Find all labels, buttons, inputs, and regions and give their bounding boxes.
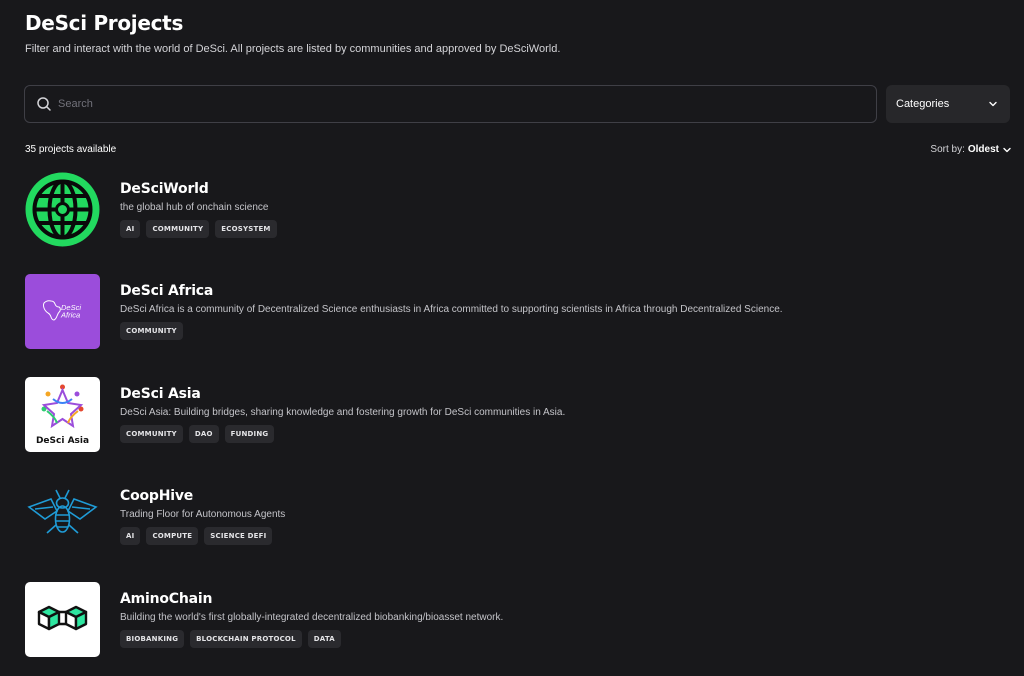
desci-africa-logo[interactable]: DeSci Africa (25, 274, 100, 350)
project-description: DeSci Asia: Building bridges, sharing kn… (120, 406, 566, 418)
chevron-down-icon (988, 99, 998, 109)
desci-asia-logo[interactable]: DeSci Asia (25, 376, 100, 452)
search-input[interactable] (58, 98, 876, 110)
tag[interactable]: BIOBANKING (120, 629, 185, 648)
sort-value: Oldest (967, 144, 999, 155)
tag[interactable]: COMMUNITY (120, 322, 183, 341)
results-count: 35 projects available (25, 144, 117, 155)
project-description: Building the world's first globally-inte… (120, 611, 504, 623)
project-info: DeSci Asia DeSci Asia: Building bridges,… (120, 377, 565, 443)
tag[interactable]: DAO (188, 424, 219, 443)
tag[interactable]: COMMUNITY (146, 220, 210, 238)
tag[interactable]: FUNDING (224, 424, 275, 443)
tag[interactable]: ECOSYSTEM (215, 220, 277, 238)
tag[interactable]: BLOCKCHAIN PROTOCOL (190, 629, 302, 648)
categories-dropdown[interactable]: Categories (886, 85, 1010, 123)
project-description: the global hub of onchain science (120, 202, 269, 213)
project-name[interactable]: DeSci Africa (120, 283, 783, 299)
tag[interactable]: COMMUNITY (120, 424, 183, 443)
search-icon (36, 96, 52, 112)
desciworld-logo[interactable] (25, 172, 100, 247)
tag[interactable]: DATA (307, 629, 341, 648)
project-description: DeSci Africa is a community of Decentral… (120, 304, 783, 316)
globe-crosshair-icon (25, 172, 100, 247)
bee-icon (27, 489, 98, 534)
people-star-icon: DeSci Asia (36, 384, 89, 446)
svg-text:DeSci Asia: DeSci Asia (36, 436, 89, 446)
sort-prefix: Sort by: (930, 144, 965, 155)
project-tags: AI COMPUTE SCIENCE DEFI (120, 527, 285, 546)
tag[interactable]: COMPUTE (146, 527, 199, 546)
project-card-coophive[interactable]: CoopHive Trading Floor for Autonomous Ag… (25, 479, 1024, 581)
sort-dropdown[interactable]: Sort by: Oldest (930, 144, 1012, 155)
project-tags: BIOBANKING BLOCKCHAIN PROTOCOL DATA (120, 629, 503, 648)
project-tags: COMMUNITY (120, 322, 783, 341)
tag[interactable]: AI (120, 220, 141, 238)
project-info: AminoChain Building the world's first gl… (120, 582, 503, 648)
categories-label: Categories (896, 98, 950, 110)
project-info: DeSciWorld the global hub of onchain sci… (120, 172, 277, 238)
tag[interactable]: SCIENCE DEFI (204, 527, 273, 546)
page-title: DeSci Projects (25, 11, 184, 35)
project-tags: AI COMMUNITY ECOSYSTEM (120, 220, 277, 238)
linked-cubes-icon (37, 605, 88, 630)
project-name[interactable]: DeSci Asia (120, 386, 565, 402)
chevron-down-icon (1002, 145, 1012, 155)
africa-map-icon: DeSci Africa (43, 300, 81, 321)
project-info: CoopHive Trading Floor for Autonomous Ag… (120, 479, 286, 546)
project-tags: COMMUNITY DAO FUNDING (120, 424, 565, 443)
coophive-logo[interactable] (25, 479, 100, 554)
search-box[interactable] (24, 85, 877, 123)
project-name[interactable]: AminoChain (120, 591, 503, 607)
project-list: DeSciWorld the global hub of onchain sci… (25, 172, 1024, 676)
aminochain-logo[interactable] (25, 581, 100, 657)
project-name[interactable]: DeSciWorld (120, 181, 277, 197)
project-card-aminochain[interactable]: AminoChain Building the world's first gl… (25, 581, 1024, 676)
svg-text:Africa: Africa (60, 311, 80, 320)
project-card-desci-africa[interactable]: DeSci Africa DeSci Africa DeSci Africa i… (25, 274, 1024, 376)
project-description: Trading Floor for Autonomous Agents (120, 509, 286, 521)
project-name[interactable]: CoopHive (120, 488, 285, 504)
project-card-desci-asia[interactable]: DeSci Asia DeSci Asia DeSci Asia: Buildi… (25, 376, 1024, 479)
project-card-desciworld[interactable]: DeSciWorld the global hub of onchain sci… (25, 172, 1024, 274)
page-subtitle: Filter and interact with the world of De… (25, 43, 561, 55)
tag[interactable]: AI (120, 527, 141, 546)
project-info: DeSci Africa DeSci Africa is a community… (120, 274, 783, 341)
